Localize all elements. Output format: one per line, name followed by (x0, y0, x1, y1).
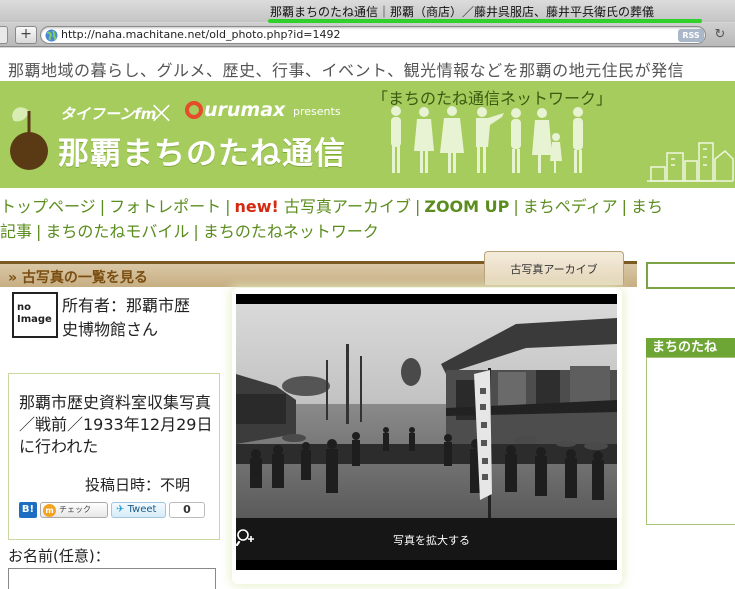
twitter-bird-icon: ✈ (116, 504, 125, 515)
hatena-bookmark-button[interactable]: B! (19, 502, 37, 518)
nav-separator: | (193, 222, 199, 241)
photo-description: 那覇市歴史資料室収集写真／戦前／1933年12月29日に行われた (19, 393, 213, 456)
nav-photo-report[interactable]: フォトレポート (109, 197, 221, 216)
browser-toolbar: + http://naha.machitane.net/old_photo.ph… (0, 23, 735, 47)
nav-machi-truncated[interactable]: まち (631, 197, 663, 216)
nav-separator: | (513, 197, 519, 216)
web-page: 那覇地域の暮らし、グルメ、歴史、行事、イベント、観光情報などを那覇の地元住民が発… (0, 48, 735, 589)
avatar-line2: Image (17, 314, 52, 325)
nav-articles[interactable]: 記事 (0, 222, 32, 241)
window-title: 那覇まちのたね通信｜那覇（商店）／藤井呉服店、藤井平兵衛氏の葬儀 (270, 5, 655, 19)
url-text: http://naha.machitane.net/old_photo.php?… (61, 28, 341, 41)
nav-old-photo-archive[interactable]: 古写真アーカイブ (284, 197, 411, 216)
owner-label: 所有者：那覇市歴史博物館さん (62, 296, 191, 339)
tweet-count: 0 (169, 502, 205, 518)
nav-machipedia[interactable]: まちペディア (523, 197, 618, 216)
leaf-logo-icon (10, 107, 48, 170)
photo-description-box: 那覇市歴史資料室収集写真／戦前／1933年12月29日に行われた 投稿日時：不明… (8, 373, 220, 540)
collab-x-mark: × (148, 93, 175, 131)
global-nav-row1: トップページ | フォトレポート | new! 古写真アーカイブ | ZOOM UP | まちペ… (0, 193, 663, 217)
photo-list-link[interactable]: » 古写真の一覧を見る (8, 267, 148, 287)
name-field-label: お名前(任意)： (8, 547, 110, 565)
posted-date: 投稿日時：不明 (85, 476, 191, 494)
address-bar[interactable]: http://naha.machitane.net/old_photo.php?… (40, 26, 706, 44)
nav-zoom-up[interactable]: ZOOM UP (424, 197, 509, 216)
urumax-logo: urumax (185, 99, 285, 121)
tab-old-photo-archive[interactable]: 古写真アーカイブ (484, 251, 624, 285)
site-banner[interactable]: 「まちのたね通信ネットワーク」 タイフーンfm × urumax present… (0, 81, 735, 188)
nav-separator: | (36, 222, 42, 241)
typhoon-fm-logo: タイフーンfm (60, 105, 157, 123)
rss-button[interactable]: RSS (678, 29, 704, 42)
tweet-button[interactable]: ✈ Tweet (111, 502, 166, 518)
zoom-in-icon (236, 529, 254, 546)
nav-separator: | (225, 197, 231, 216)
nav-top-page[interactable]: トップページ (0, 197, 96, 216)
sidebar-panel (646, 357, 735, 525)
mixi-icon: m (43, 504, 56, 517)
zoom-photo-bar[interactable]: 写真を拡大する (236, 518, 617, 560)
nav-separator: | (414, 197, 421, 216)
zoom-photo-label: 写真を拡大する (393, 534, 470, 547)
name-field[interactable] (8, 568, 216, 589)
people-silhouettes-icon (391, 106, 583, 173)
nav-mobile[interactable]: まちのたねモバイル (45, 222, 189, 241)
globe-icon (45, 29, 58, 42)
tweet-label: Tweet (127, 504, 157, 515)
mixi-check-label: チェック (59, 505, 91, 514)
avatar: no Image (12, 292, 58, 338)
nav-separator: | (99, 197, 106, 216)
add-bookmark-button[interactable]: + (15, 26, 37, 44)
window-titlebar: 那覇まちのたね通信｜那覇（商店）／藤井呉服店、藤井平兵衛氏の葬儀 (0, 0, 735, 23)
toolbar-edge-button[interactable] (0, 26, 8, 44)
photo-frame: 写真を拡大する (232, 288, 622, 584)
cityscape-icon (647, 142, 734, 182)
mixi-check-button[interactable]: m チェック (40, 502, 108, 518)
avatar-line1: no (17, 302, 31, 313)
urumax-ring-icon (185, 101, 203, 119)
sidebar-search-box[interactable] (646, 262, 735, 289)
global-nav-row2: 記事 | まちのたねモバイル | まちのたねネットワーク (0, 218, 379, 242)
site-title: 那覇まちのたね通信 (58, 136, 346, 172)
funeral-procession-photo (236, 304, 617, 518)
new-badge: new! (234, 197, 279, 216)
nav-separator: | (621, 197, 628, 216)
nav-network[interactable]: まちのたねネットワーク (203, 222, 379, 241)
site-tagline: 那覇地域の暮らし、グルメ、歴史、行事、イベント、観光情報などを那覇の地元住民が発… (8, 61, 685, 80)
reload-icon[interactable]: ↻ (711, 27, 729, 43)
old-photo[interactable]: 写真を拡大する (236, 294, 617, 570)
sidebar-heading: まちのたね (646, 338, 735, 357)
presents-text: presents (293, 105, 341, 118)
